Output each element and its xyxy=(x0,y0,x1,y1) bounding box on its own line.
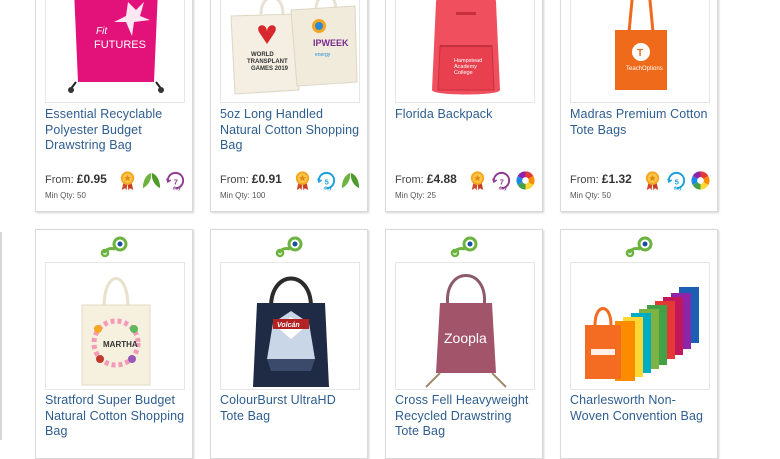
leaf-icon xyxy=(340,170,361,191)
full-colour-icon xyxy=(515,170,536,191)
product-image[interactable]: Hampstead Academy College xyxy=(395,0,535,103)
svg-text:Fit: Fit xyxy=(96,26,108,37)
product-card[interactable]: WORLD TRANSPLANT GAMES 2019 IPWEEK energ… xyxy=(210,0,368,212)
image-text: IPWEEK xyxy=(313,38,349,48)
product-card[interactable]: T TeachOptions Madras Premium Cotton Tot… xyxy=(560,0,718,212)
svg-text:GAMES 2019: GAMES 2019 xyxy=(251,66,289,72)
product-title[interactable]: Stratford Super Budget Natural Cotton Sh… xyxy=(45,393,185,440)
award-medal-icon xyxy=(117,170,138,191)
product-title[interactable]: Florida Backpack xyxy=(395,107,535,123)
svg-text:T: T xyxy=(637,48,643,59)
price-value: £4.88 xyxy=(426,172,457,186)
link-icon[interactable] xyxy=(100,236,130,258)
price-value: £0.91 xyxy=(251,172,282,186)
product-image[interactable]: Zoopla xyxy=(395,262,535,390)
image-text: Volcán xyxy=(277,322,300,329)
product-title[interactable]: Charlesworth Non-Woven Convention Bag xyxy=(570,393,710,424)
image-text: FUTURES xyxy=(94,39,146,51)
badge-group xyxy=(117,170,186,191)
left-edge-divider xyxy=(0,232,2,440)
svg-text:energy: energy xyxy=(315,52,331,58)
product-card[interactable]: Zoopla Cross Fell Heavyweight Recycled D… xyxy=(385,229,543,459)
5day-icon xyxy=(666,170,687,191)
product-image[interactable]: Fit FUTURES xyxy=(45,0,185,103)
product-title[interactable]: Madras Premium Cotton Tote Bags xyxy=(570,107,710,138)
7day-icon xyxy=(165,170,186,191)
link-icon[interactable] xyxy=(275,236,305,258)
min-qty: Min Qty: 50 xyxy=(45,191,86,200)
5day-icon xyxy=(316,170,337,191)
min-qty: Min Qty: 25 xyxy=(395,191,436,200)
price-label: From: £4.88 xyxy=(395,172,457,186)
badge-group xyxy=(642,170,711,191)
min-qty: Min Qty: 100 xyxy=(220,191,266,200)
svg-text:TeachOptions: TeachOptions xyxy=(626,66,663,72)
product-image[interactable]: Volcán xyxy=(220,262,360,390)
price-value: £0.95 xyxy=(76,172,107,186)
link-icon[interactable] xyxy=(450,236,480,258)
leaf-icon xyxy=(141,170,162,191)
product-card[interactable]: Fit FUTURES Essential Recyclable Polyest… xyxy=(35,0,193,212)
price-label: From: £0.95 xyxy=(45,172,107,186)
svg-text:College: College xyxy=(454,70,473,76)
7day-icon xyxy=(491,170,512,191)
award-medal-icon xyxy=(467,170,488,191)
link-icon[interactable] xyxy=(625,236,655,258)
product-image[interactable]: MARTHA xyxy=(45,262,185,390)
price-value: £1.32 xyxy=(601,172,632,186)
product-title[interactable]: Essential Recyclable Polyester Budget Dr… xyxy=(45,107,185,154)
product-card[interactable]: MARTHA Stratford Super Budget Natural Co… xyxy=(35,229,193,459)
product-title[interactable]: Cross Fell Heavyweight Recycled Drawstri… xyxy=(395,393,535,440)
badge-group xyxy=(292,170,361,191)
badge-group xyxy=(467,170,536,191)
image-text: MARTHA xyxy=(103,340,138,349)
product-card[interactable]: Hampstead Academy College Florida Backpa… xyxy=(385,0,543,212)
product-image[interactable]: WORLD TRANSPLANT GAMES 2019 IPWEEK energ… xyxy=(220,0,360,103)
product-image[interactable] xyxy=(570,262,710,390)
price-label: From: £1.32 xyxy=(570,172,632,186)
award-medal-icon xyxy=(642,170,663,191)
product-image[interactable]: T TeachOptions xyxy=(570,0,710,103)
product-title[interactable]: ColourBurst UltraHD Tote Bag xyxy=(220,393,360,424)
min-qty: Min Qty: 50 xyxy=(570,191,611,200)
product-card[interactable]: Charlesworth Non-Woven Convention Bag xyxy=(560,229,718,459)
image-text: Zoopla xyxy=(444,330,487,346)
award-medal-icon xyxy=(292,170,313,191)
svg-text:WORLD: WORLD xyxy=(251,52,274,58)
svg-text:TRANSPLANT: TRANSPLANT xyxy=(247,59,288,65)
full-colour-icon xyxy=(690,170,711,191)
product-title[interactable]: 5oz Long Handled Natural Cotton Shopping… xyxy=(220,107,360,154)
product-card[interactable]: Volcán ColourBurst UltraHD Tote Bag xyxy=(210,229,368,459)
price-label: From: £0.91 xyxy=(220,172,282,186)
